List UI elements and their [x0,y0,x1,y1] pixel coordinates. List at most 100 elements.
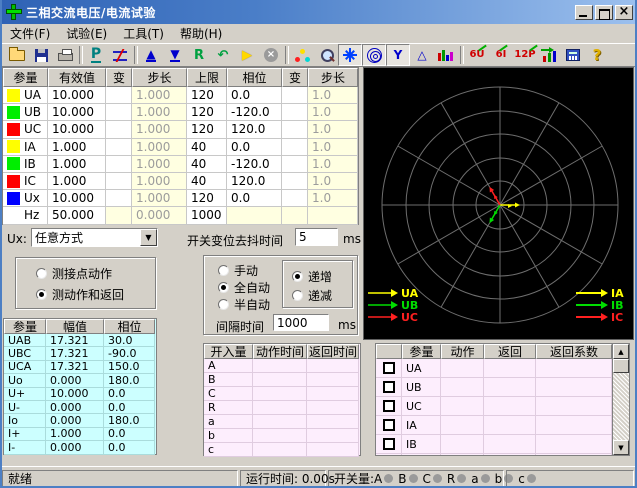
rms-cell[interactable]: 1.000 [48,139,106,156]
toolbar-button[interactable]: 6U [465,44,489,66]
toolbar-button[interactable]: 6I [489,44,513,66]
limit-cell[interactable]: 120 [187,87,227,104]
radio-icon[interactable] [218,282,229,293]
vary2-cell[interactable] [282,87,308,104]
step-cell[interactable]: 1.000 [132,156,187,173]
phase-cell[interactable]: 0.0 [227,139,282,156]
rms-cell[interactable]: 1.000 [48,156,106,173]
menu-item[interactable]: 试验(E) [58,24,115,43]
vary-cell[interactable] [106,121,132,138]
vary-cell[interactable] [106,156,132,173]
rms-cell[interactable]: 10.000 [48,104,106,121]
vary-cell[interactable] [106,87,132,104]
limit-cell[interactable]: 40 [187,173,227,190]
checkbox[interactable] [383,400,395,412]
vary-cell[interactable] [106,104,132,121]
toolbar-button[interactable]: ▼ [163,44,187,66]
phase-step-cell[interactable]: 1.0 [308,87,358,104]
limit-cell[interactable]: 1000 [187,207,227,224]
toolbar-button[interactable] [314,44,338,66]
vary2-cell[interactable] [282,190,308,207]
vary2-cell[interactable] [282,121,308,138]
phase-step-cell[interactable]: 1.0 [308,173,358,190]
step-cell[interactable]: 1.000 [132,190,187,207]
radio-icon[interactable] [292,290,303,301]
vary-cell[interactable] [106,207,132,224]
menu-item[interactable]: 工具(T) [115,24,172,43]
rms-cell[interactable]: 50.000 [48,207,106,224]
radio-icon[interactable] [36,289,47,300]
toolbar-button[interactable] [290,44,314,66]
toolbar-button[interactable] [537,44,561,66]
vary-cell[interactable] [106,139,132,156]
toolbar-button[interactable] [29,44,53,66]
toolbar-button[interactable]: △ [410,44,434,66]
checkbox[interactable] [383,362,395,374]
radio-semi-auto[interactable]: 半自动 [218,296,270,313]
scrollbar-track[interactable] [613,373,629,440]
vary2-cell[interactable] [282,207,308,224]
checkbox[interactable] [383,419,395,431]
step-cell[interactable]: 1.000 [132,139,187,156]
limit-cell[interactable]: 40 [187,139,227,156]
scrollbar-thumb[interactable] [613,359,629,373]
chevron-down-icon[interactable]: ▼ [140,229,157,246]
toolbar-button[interactable] [362,44,386,66]
radio-icon[interactable] [292,271,303,282]
phase-cell[interactable]: -120.0 [227,156,282,173]
phase-cell[interactable]: 120.0 [227,121,282,138]
close-button[interactable] [615,5,633,20]
radio-increase[interactable]: 递增 [292,268,332,285]
phase-step-cell[interactable]: 1.0 [308,190,358,207]
radio-decrease[interactable]: 递减 [292,287,332,304]
phase-step-cell[interactable]: 1.0 [308,156,358,173]
step-cell[interactable]: 1.000 [132,87,187,104]
toolbar-button[interactable]: × [259,44,283,66]
vary2-cell[interactable] [282,104,308,121]
vary2-cell[interactable] [282,139,308,156]
toolbar-button[interactable] [434,44,458,66]
phase-step-cell[interactable]: 1.0 [308,121,358,138]
limit-cell[interactable]: 120 [187,190,227,207]
phase-step-cell[interactable] [308,207,358,224]
step-cell[interactable]: 1.000 [132,173,187,190]
menu-item[interactable]: 文件(F) [2,24,58,43]
toolbar-button[interactable] [53,44,77,66]
phase-step-cell[interactable]: 1.0 [308,104,358,121]
ux-mode-select[interactable]: 任意方式 ▼ [31,228,158,247]
limit-cell[interactable]: 120 [187,121,227,138]
toolbar-button[interactable] [5,44,29,66]
step-cell[interactable]: 1.000 [132,104,187,121]
debounce-input[interactable]: 5 [295,228,338,246]
limit-cell[interactable]: 120 [187,104,227,121]
vary2-cell[interactable] [282,173,308,190]
vary-cell[interactable] [106,190,132,207]
step-cell[interactable]: 0.000 [132,207,187,224]
phase-cell[interactable]: 0.0 [227,190,282,207]
toolbar-button[interactable]: ? [585,44,609,66]
minimize-button[interactable] [575,5,593,20]
radio-icon[interactable] [36,268,47,279]
toolbar-button[interactable]: R [187,44,211,66]
phase-cell[interactable]: 120.0 [227,173,282,190]
scroll-up-icon[interactable]: ▲ [613,344,629,359]
toolbar-button[interactable] [561,44,585,66]
radio-icon[interactable] [218,299,229,310]
interval-input[interactable]: 1000 [273,314,329,331]
phase-cell[interactable] [227,207,282,224]
radio-manual[interactable]: 手动 [218,262,258,279]
toolbar-button[interactable]: ▲ [139,44,163,66]
radio-full-auto[interactable]: 全自动 [218,279,270,296]
menu-item[interactable]: 帮助(H) [172,24,230,43]
vertical-scrollbar[interactable]: ▲ ▼ [612,344,629,455]
rms-cell[interactable]: 10.000 [48,190,106,207]
radio-test-action-return[interactable]: 测动作和返回 [36,286,124,303]
toolbar-button[interactable]: ↶ [211,44,235,66]
rms-cell[interactable]: 1.000 [48,173,106,190]
toolbar-button[interactable]: 12P [513,44,537,66]
phase-cell[interactable]: 0.0 [227,87,282,104]
rms-cell[interactable]: 10.000 [48,121,106,138]
vary-cell[interactable] [106,173,132,190]
limit-cell[interactable]: 40 [187,156,227,173]
vary2-cell[interactable] [282,156,308,173]
